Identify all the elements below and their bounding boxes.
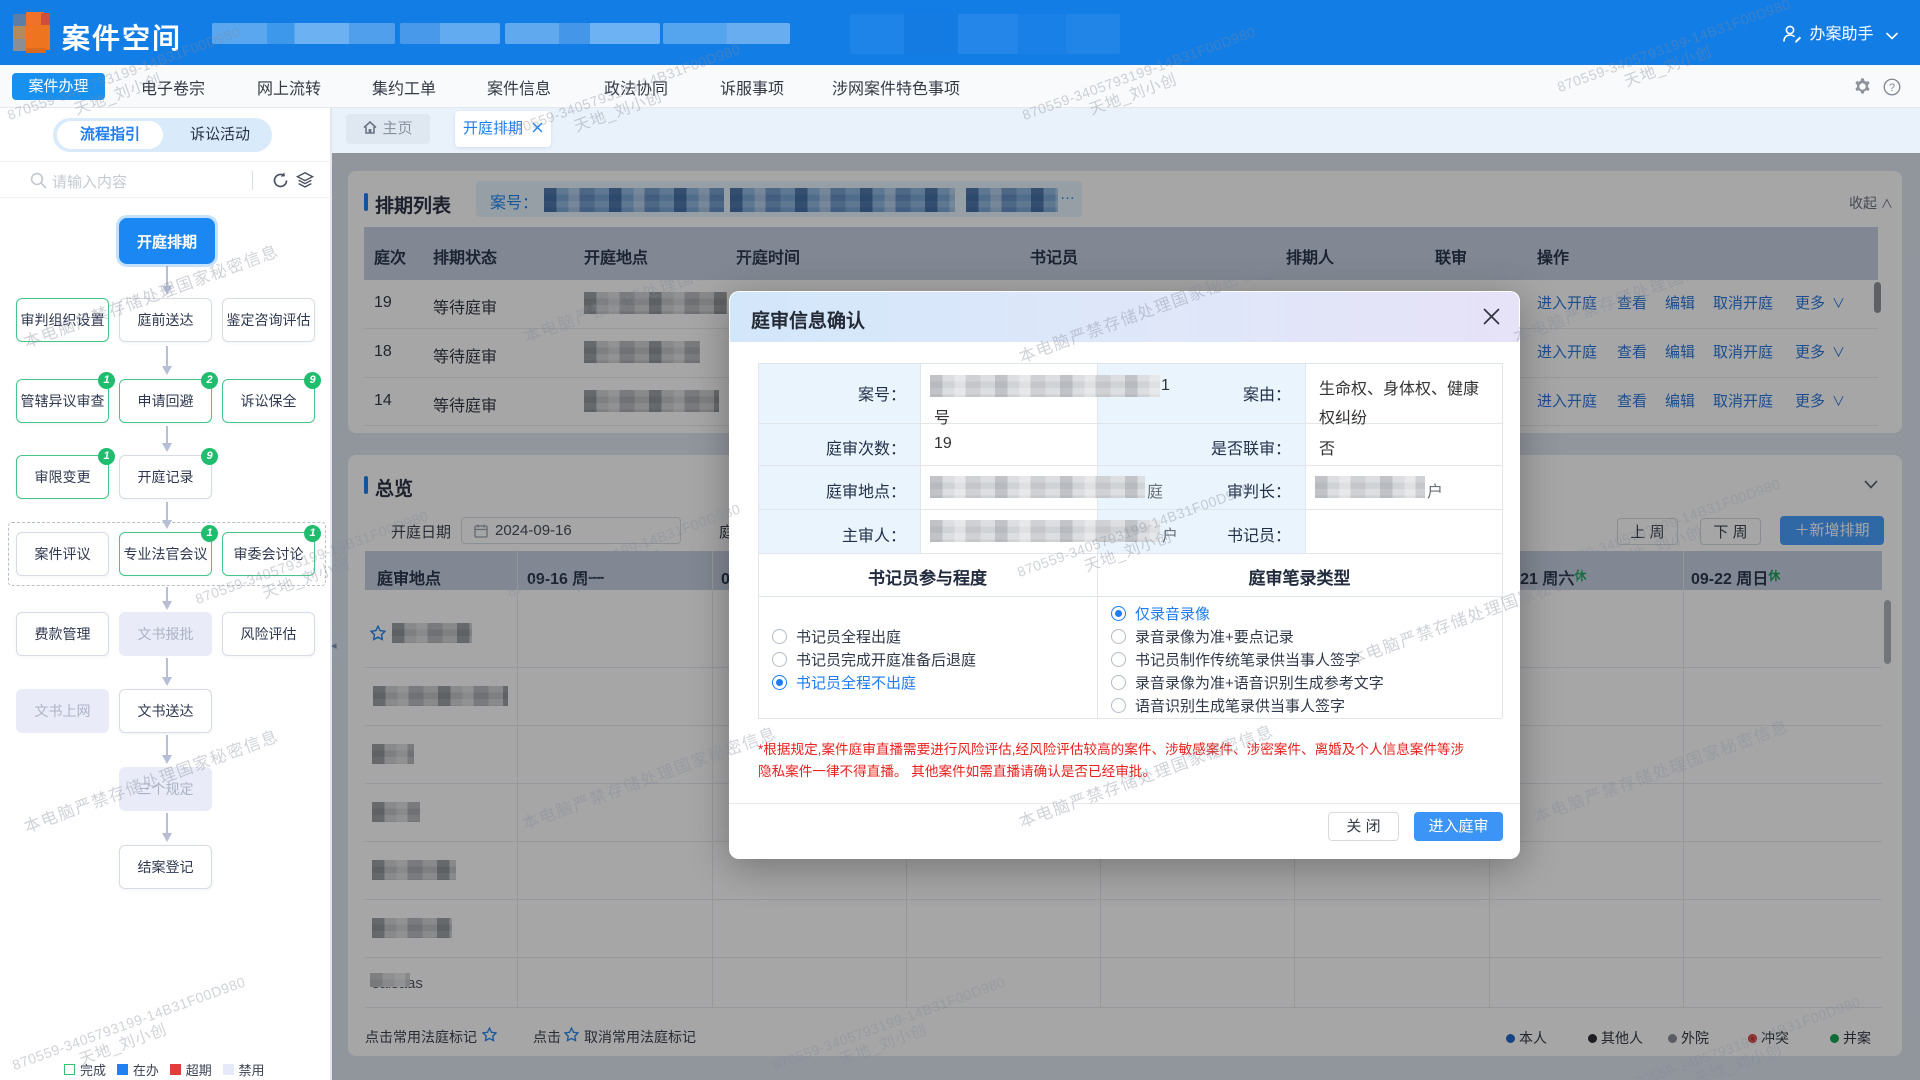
svg-text:?: ? <box>1889 82 1895 94</box>
